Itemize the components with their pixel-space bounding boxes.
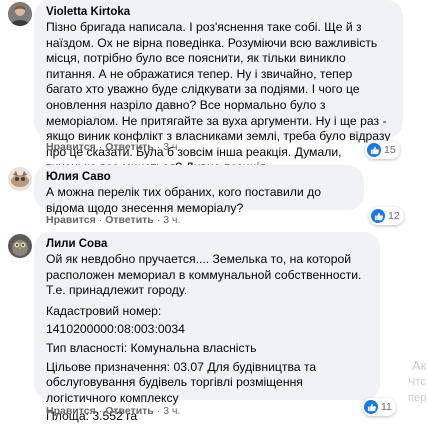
reply-button[interactable]: Ответить	[105, 141, 154, 153]
avatar[interactable]	[8, 167, 32, 191]
comment-text-line: Кадастровий номер:	[46, 303, 162, 318]
comment-bubble: Violetta Kirtoka Пізно бригада написала.…	[34, 0, 403, 174]
comment-text: А можна перелік тих обраних, кого постав…	[46, 185, 321, 215]
comment-time[interactable]: 3 ч.	[163, 141, 180, 153]
comment-bubble: Юлия Саво А можна перелік тих обраних, к…	[34, 165, 364, 215]
like-button[interactable]: Нравится	[46, 214, 96, 226]
comment-actions: Нравится · Ответить · 3 ч.	[46, 405, 181, 417]
background-text: Ак	[412, 358, 427, 373]
like-reaction-icon	[367, 143, 381, 157]
avatar[interactable]	[8, 2, 32, 26]
reaction-summary[interactable]: 12	[369, 207, 404, 225]
comment-actions: Нравится · Ответить · 3 ч.	[46, 214, 181, 226]
comment-text-line: 1410200000:08:003:0034	[46, 322, 185, 337]
comment-time[interactable]: 3 ч.	[163, 405, 180, 417]
reaction-count: 15	[384, 144, 396, 156]
reply-button[interactable]: Ответить	[105, 405, 154, 417]
like-button[interactable]: Нравится	[46, 141, 96, 153]
comment-text-line: Тип власності: Комунальна власність	[46, 340, 257, 355]
comment-author[interactable]: Юлия Саво	[46, 170, 352, 185]
comment-author[interactable]: Лили Сова	[46, 237, 368, 252]
background-text: Чтс	[408, 376, 426, 388]
avatar-image	[8, 234, 32, 258]
reaction-count: 11	[381, 401, 392, 413]
avatar-image	[8, 167, 32, 191]
comment-time[interactable]: 3 ч.	[163, 214, 180, 226]
like-reaction-icon	[364, 400, 378, 414]
comment-text-line: Ой як невдобно пручается.... Земелька то…	[46, 252, 362, 298]
like-button[interactable]: Нравится	[46, 405, 96, 417]
comment-text-line: Цільове призначення: 03.07 Для будівницт…	[46, 359, 317, 405]
comment-bubble: Лили Сова Ой як невдобно пручается.... З…	[34, 232, 380, 423]
reaction-summary[interactable]: 15	[365, 141, 400, 159]
comment-author[interactable]: Violetta Kirtoka	[46, 5, 391, 20]
avatar-image	[8, 2, 32, 26]
avatar[interactable]	[8, 234, 32, 258]
background-text: пер	[408, 392, 427, 404]
reply-button[interactable]: Ответить	[105, 214, 154, 226]
like-reaction-icon	[371, 209, 385, 223]
comment-actions: Нравится · Ответить · 3 ч.	[46, 141, 181, 153]
reaction-summary[interactable]: 11	[362, 398, 396, 416]
reaction-count: 12	[388, 210, 400, 222]
